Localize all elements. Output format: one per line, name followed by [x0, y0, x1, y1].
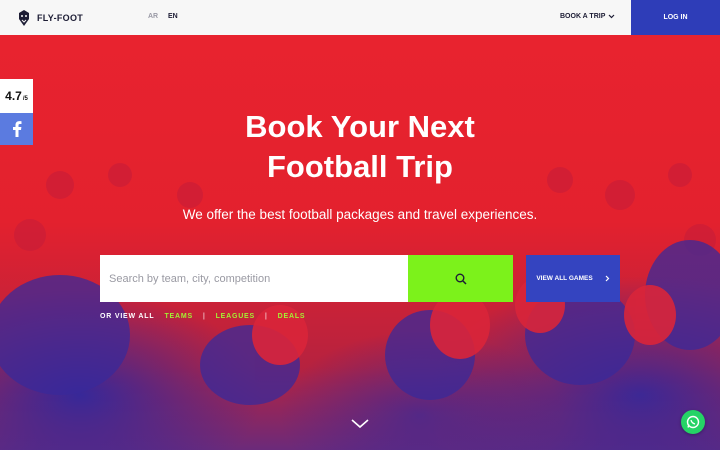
search-button[interactable] — [408, 255, 513, 302]
rating-value: 4.7 — [5, 89, 22, 103]
whatsapp-icon — [686, 415, 700, 429]
brand-name: FLY-FOOT — [37, 13, 84, 23]
crowd-background-image — [0, 163, 720, 405]
view-all-games-label: VIEW ALL GAMES — [536, 275, 593, 282]
leagues-link[interactable]: LEAGUES — [216, 313, 255, 320]
hero-title-line1: Book Your Next — [245, 109, 475, 144]
scroll-down-icon[interactable] — [351, 419, 369, 429]
rating-scale: /5 — [22, 96, 28, 102]
top-navbar: FLY-FOOT AR EN BOOK A TRIP LOG IN — [0, 0, 720, 35]
rating-widget[interactable]: 4.7 /5 — [0, 79, 33, 113]
view-all-games-button[interactable]: VIEW ALL GAMES — [526, 255, 620, 302]
quick-links: OR VIEW ALL TEAMS | LEAGUES | DEALS — [100, 313, 305, 320]
chevron-down-icon — [608, 14, 615, 19]
whatsapp-chat-button[interactable] — [681, 410, 705, 434]
hero-subtitle: We offer the best football packages and … — [182, 207, 538, 222]
lion-logo-icon — [19, 10, 29, 26]
chevron-right-icon — [605, 275, 610, 282]
login-button[interactable]: LOG IN — [631, 0, 720, 35]
hero-title: Book Your Next Football Trip — [160, 107, 560, 187]
language-ar-link[interactable]: AR — [148, 13, 158, 20]
or-view-all-label: OR VIEW ALL — [100, 313, 155, 320]
book-trip-menu[interactable]: BOOK A TRIP — [560, 13, 615, 20]
teams-link[interactable]: TEAMS — [164, 313, 193, 320]
language-en-link[interactable]: EN — [168, 13, 178, 20]
search-input[interactable] — [100, 255, 408, 302]
deals-link[interactable]: DEALS — [278, 313, 306, 320]
facebook-icon — [12, 121, 21, 137]
hero-section: Book Your Next Football Trip We offer th… — [0, 35, 720, 450]
search-icon — [455, 273, 467, 285]
brand-logo[interactable]: FLY-FOOT — [17, 9, 83, 27]
separator: | — [202, 313, 206, 320]
book-trip-label: BOOK A TRIP — [560, 13, 606, 20]
facebook-button[interactable] — [0, 113, 33, 145]
hero-title-line2: Football Trip — [267, 149, 453, 184]
separator: | — [265, 313, 268, 320]
